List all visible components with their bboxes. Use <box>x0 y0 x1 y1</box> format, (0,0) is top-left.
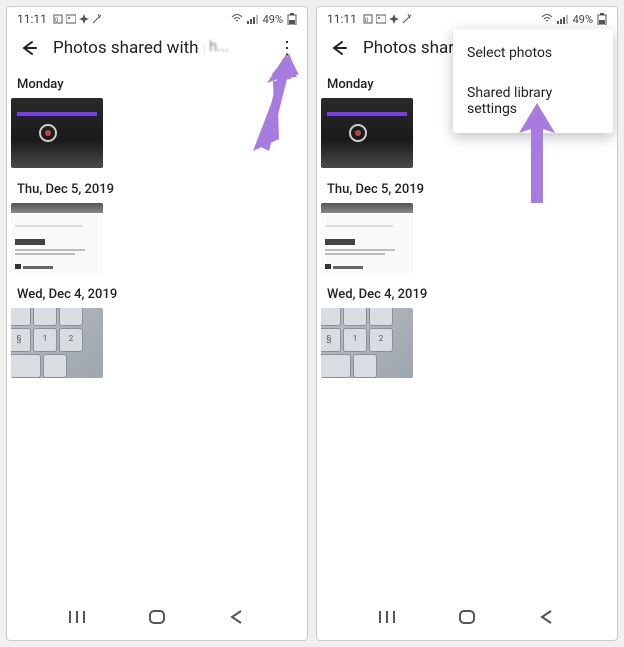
status-bar: 11:11 0 49% <box>7 7 307 29</box>
picture-icon <box>376 14 386 24</box>
overflow-menu: Select photos Shared library settings <box>453 29 613 133</box>
android-nav-bar <box>7 596 307 640</box>
pinwheel-icon <box>79 14 89 24</box>
arrow-left-icon <box>328 38 348 58</box>
date-header: Thu, Dec 5, 2019 <box>7 174 307 203</box>
back-button[interactable] <box>327 37 349 59</box>
speed-icon: 0 <box>53 14 63 24</box>
photo-grid: Monday Thu, Dec 5, 2019 Wed, Dec 4, 2019… <box>317 69 617 596</box>
photo-thumb[interactable] <box>11 98 103 168</box>
battery-text: 49% <box>573 13 593 26</box>
phone-left: 11:11 0 49% Photos shared with meh h... … <box>6 6 308 641</box>
battery-text: 49% <box>263 13 283 26</box>
photo-thumb[interactable] <box>321 203 413 273</box>
battery-icon <box>597 13 607 25</box>
date-header: Wed, Dec 4, 2019 <box>7 279 307 308</box>
recents-button[interactable] <box>377 609 397 625</box>
home-button[interactable] <box>147 608 167 626</box>
date-header: Thu, Dec 5, 2019 <box>317 174 617 203</box>
photo-thumb[interactable]: § 1 2 <box>11 308 103 378</box>
back-nav-button[interactable] <box>537 609 557 625</box>
pinwheel-icon <box>389 14 399 24</box>
back-button[interactable] <box>17 37 39 59</box>
photo-grid: Monday Thu, Dec 5, 2019 Wed, Dec 4, 2019… <box>7 69 307 596</box>
wifi-icon <box>541 14 553 24</box>
status-time: 11:11 <box>327 12 357 26</box>
menu-select-photos[interactable]: Select photos <box>453 33 613 73</box>
picture-icon <box>66 14 76 24</box>
android-nav-bar <box>317 596 617 640</box>
date-header: Monday <box>7 69 307 98</box>
status-time: 11:11 <box>17 12 47 26</box>
arrow-left-icon <box>18 38 38 58</box>
wifi-icon <box>231 14 243 24</box>
cell-bars-icon <box>247 14 259 24</box>
speed-icon: 0 <box>363 14 373 24</box>
status-left-icons: 0 <box>53 14 102 24</box>
status-left-icons: 0 <box>363 14 412 24</box>
status-bar: 11:11 0 49% <box>317 7 617 29</box>
photo-thumb[interactable]: § 1 2 <box>321 308 413 378</box>
recents-button[interactable] <box>67 609 87 625</box>
redacted-text: h... <box>203 37 249 59</box>
home-button[interactable] <box>457 608 477 626</box>
wand-icon <box>92 14 102 24</box>
battery-icon <box>287 13 297 25</box>
photo-thumb[interactable] <box>321 98 413 168</box>
back-nav-button[interactable] <box>227 609 247 625</box>
cell-bars-icon <box>557 14 569 24</box>
menu-shared-library-settings[interactable]: Shared library settings <box>453 73 613 129</box>
wand-icon <box>402 14 412 24</box>
app-header: Photos shared with meh h... ⋮ <box>7 29 307 69</box>
photo-thumb[interactable] <box>11 203 103 273</box>
phone-right: 11:11 0 49% Photos share Select photos S… <box>316 6 618 641</box>
date-header: Wed, Dec 4, 2019 <box>317 279 617 308</box>
more-menu-button[interactable]: ⋮ <box>277 38 297 59</box>
